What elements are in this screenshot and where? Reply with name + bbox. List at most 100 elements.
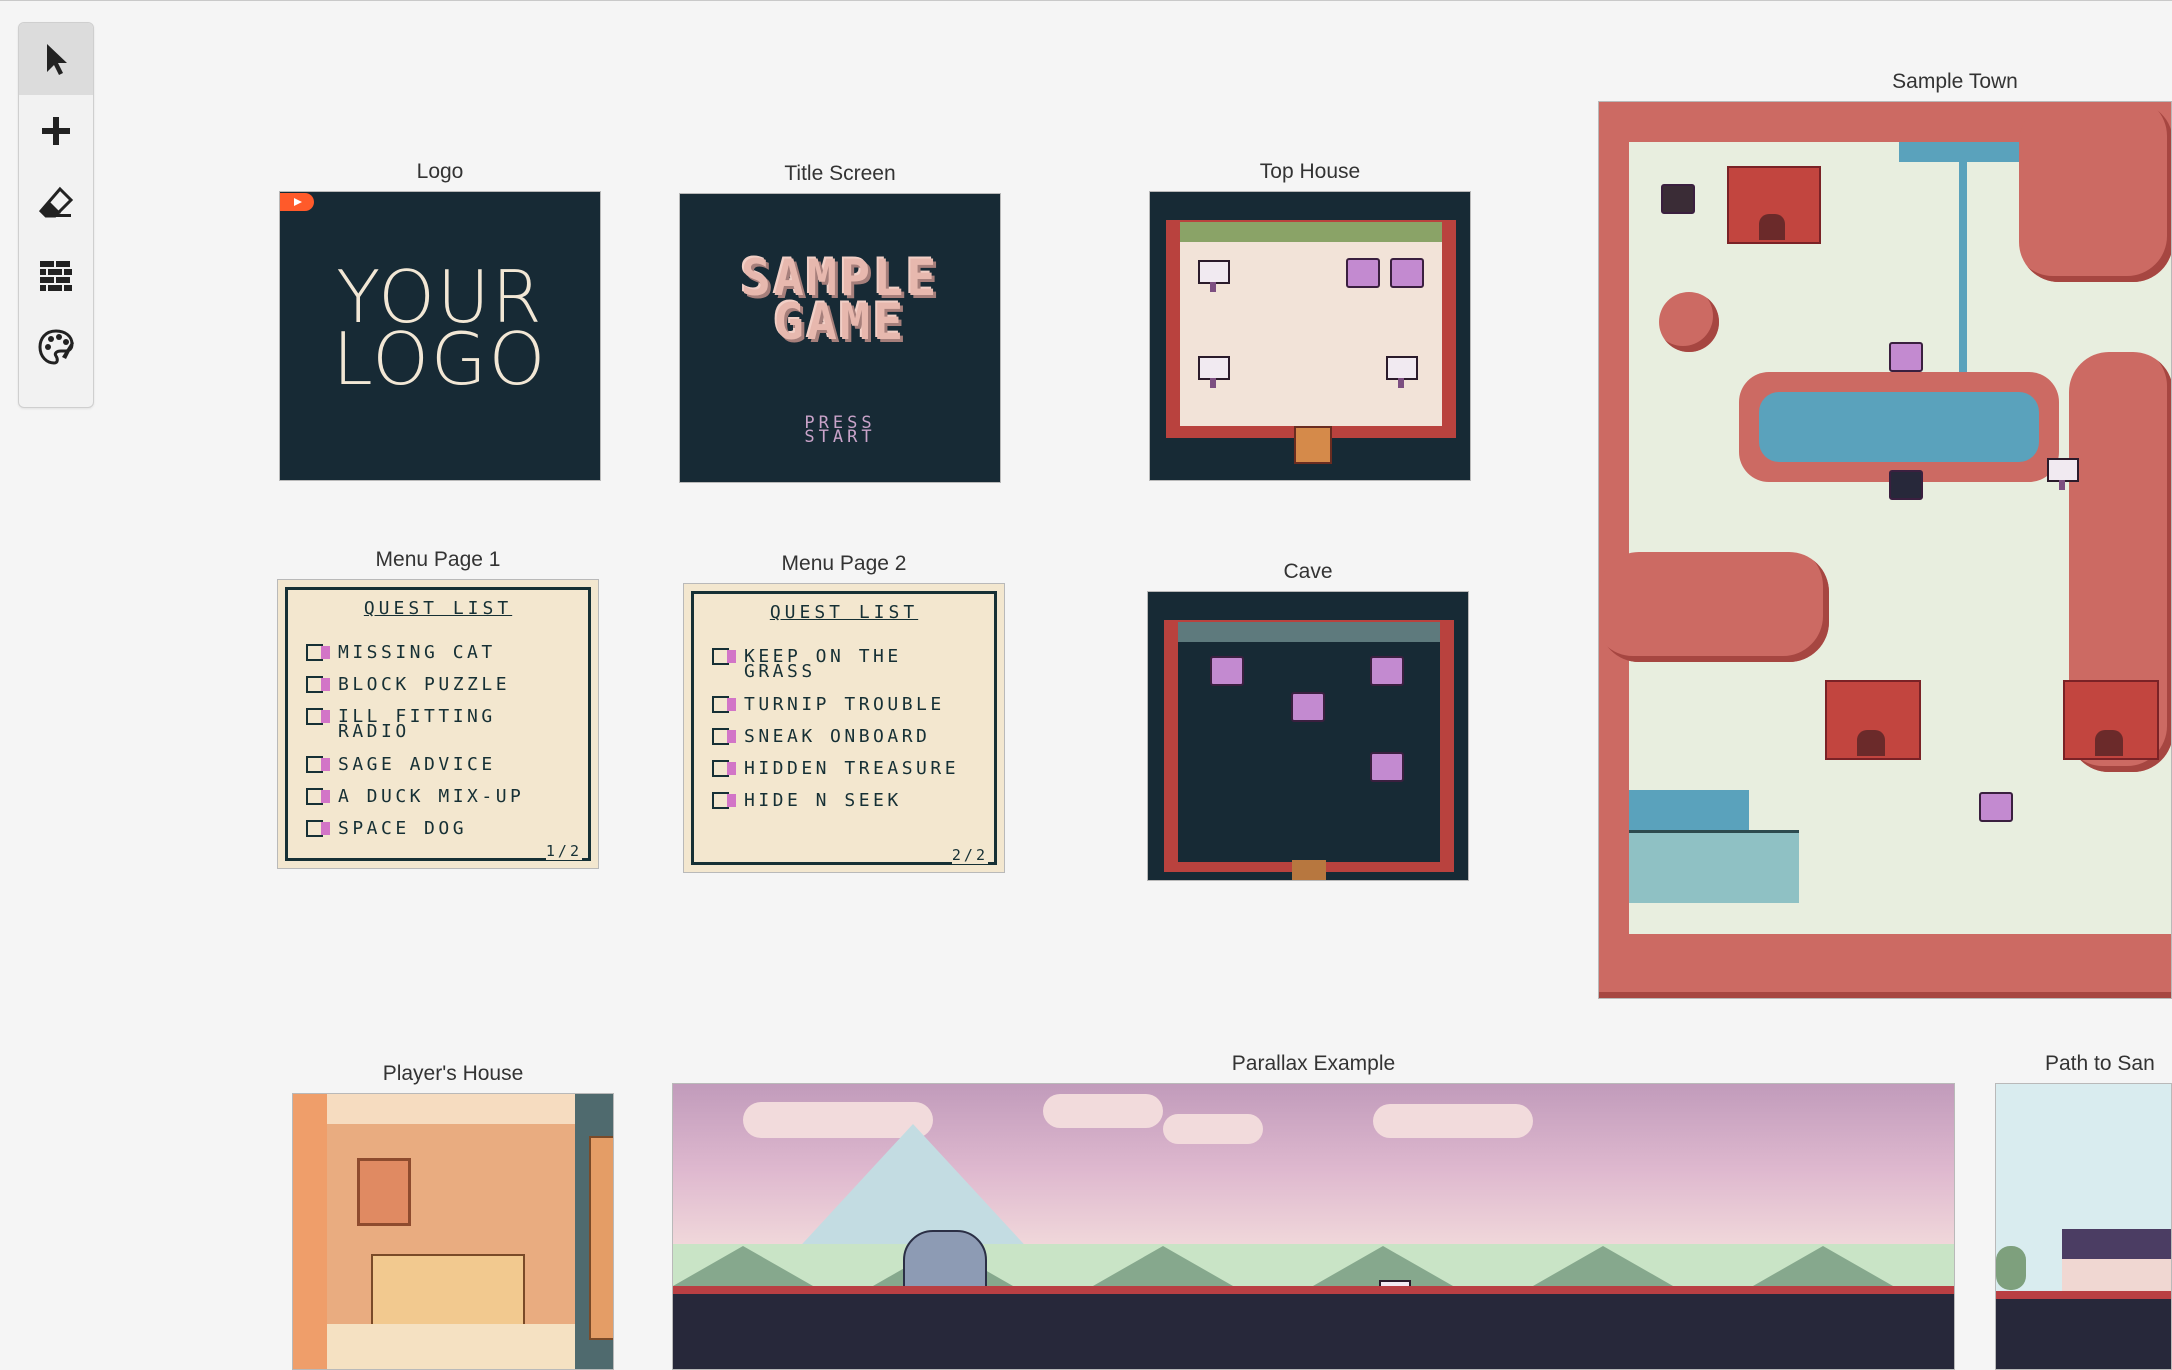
tool-palette: [18, 22, 94, 408]
tree-row-bottom: [1599, 934, 2171, 998]
checkbox-icon: [712, 696, 736, 713]
cloud: [1043, 1094, 1163, 1128]
checkbox-icon: [306, 820, 330, 837]
house-roof-trim: [1180, 222, 1442, 242]
page-number: 2/2: [951, 846, 988, 864]
scene-canvas[interactable]: [672, 1083, 1955, 1370]
ground-strip: [673, 1286, 1954, 1294]
logo-line-2: LOGO: [332, 317, 548, 401]
quest-item: SNEAK ONBOARD: [712, 728, 930, 746]
collisions-tool-button[interactable]: [19, 239, 93, 311]
sign-sprite: [1198, 356, 1230, 388]
sign-sprite: [1386, 356, 1418, 388]
scene-path[interactable]: Path to San: [1995, 1052, 2172, 1370]
scene-canvas[interactable]: SAMPLE GAME PRESS START: [679, 193, 1001, 483]
press-line-2: START: [804, 427, 876, 447]
top-divider: [0, 0, 2172, 1]
colors-tool-button[interactable]: [19, 311, 93, 383]
bricks-icon: [40, 261, 72, 291]
quest-item: HIDE N SEEK: [712, 792, 902, 810]
quest-item: ILL FITTING RADIO: [306, 708, 496, 741]
crystal-sprite: [1370, 752, 1404, 782]
scene-parallax[interactable]: Parallax Example: [672, 1052, 1955, 1370]
mountain: [793, 1124, 1033, 1254]
house-door: [1759, 214, 1785, 240]
sign-sprite: [2047, 458, 2079, 490]
menu-border: QUEST LIST MISSING CAT BLOCK PUZZLE ILL …: [285, 587, 591, 861]
cave-exit: [1292, 860, 1326, 880]
scene-top-house[interactable]: Top House: [1149, 160, 1471, 481]
menu-border: QUEST LIST KEEP ON THE GRASS TURNIP TROU…: [691, 591, 997, 865]
checkbox-icon: [306, 644, 330, 661]
scene-canvas[interactable]: [1598, 101, 2172, 999]
wall-picture: [357, 1158, 411, 1226]
underground: [673, 1294, 1954, 1369]
house-door: [589, 1136, 613, 1340]
underground: [1996, 1299, 2171, 1369]
scene-canvas[interactable]: [1995, 1083, 2172, 1370]
eraser-icon: [38, 186, 74, 218]
cat-sprite: [1661, 184, 1695, 214]
tree-col-left: [1599, 102, 1629, 998]
scene-title[interactable]: Path to San: [2045, 1052, 2172, 1076]
npc-sprite: [1346, 258, 1380, 288]
scene-title[interactable]: Cave: [947, 560, 1669, 584]
sign-sprite: [1198, 260, 1230, 292]
scene-canvas[interactable]: [1147, 591, 1469, 881]
press-start-text: PRESS START: [680, 415, 1000, 447]
plus-icon: [42, 117, 70, 145]
stream: [1959, 162, 1967, 392]
scene-canvas[interactable]: [1149, 191, 1471, 481]
add-tool-button[interactable]: [19, 95, 93, 167]
scene-title[interactable]: Parallax Example: [472, 1052, 2155, 1076]
cave-rock-ceiling: [1178, 622, 1440, 642]
scene-players-house[interactable]: Player's House: [292, 1062, 614, 1370]
ground-strip: [1996, 1291, 2171, 1299]
checkbox-icon: [712, 728, 736, 745]
npc-sprite: [1291, 692, 1325, 722]
dresser: [371, 1254, 525, 1328]
logo-badge-icon: [280, 193, 314, 211]
scene-cave[interactable]: Cave: [1147, 560, 1469, 881]
house-floor: [327, 1324, 575, 1369]
house-wall: [2062, 1259, 2171, 1291]
menu-heading: QUEST LIST: [363, 598, 513, 619]
logo-placeholder-text: YOUR LOGO: [280, 261, 600, 401]
game-title-line-2: GAME: [773, 293, 907, 351]
menu-heading: QUEST LIST: [769, 602, 919, 623]
select-tool-button[interactable]: [19, 23, 93, 95]
cloud: [1163, 1114, 1263, 1144]
scene-menu-page-2[interactable]: Menu Page 2 QUEST LIST KEEP ON THE GRASS…: [683, 552, 1005, 873]
checkbox-icon: [712, 760, 736, 777]
scene-title-screen[interactable]: Title Screen SAMPLE GAME PRESS START: [679, 162, 1001, 483]
scene-title[interactable]: Sample Town: [1538, 70, 2172, 94]
tree: [1996, 1246, 2026, 1290]
torch-sprite: [1370, 656, 1404, 686]
scene-sample-town[interactable]: Sample Town: [1598, 70, 2172, 999]
scene-canvas[interactable]: YOUR LOGO: [279, 191, 601, 481]
elephant-sprite: [903, 1230, 987, 1294]
scene-logo[interactable]: Logo YOUR LOGO: [279, 160, 601, 481]
palette-icon: [38, 329, 74, 365]
scene-canvas[interactable]: QUEST LIST KEEP ON THE GRASS TURNIP TROU…: [683, 583, 1005, 873]
scene-canvas[interactable]: QUEST LIST MISSING CAT BLOCK PUZZLE ILL …: [277, 579, 599, 869]
quest-item: BLOCK PUZZLE: [306, 676, 510, 694]
checkbox-icon: [712, 792, 736, 809]
quest-item: SAGE ADVICE: [306, 756, 496, 774]
cloud: [1373, 1104, 1533, 1138]
game-title-art: SAMPLE GAME: [680, 253, 1000, 351]
house-door: [2095, 730, 2123, 756]
tree-cluster: [2019, 102, 2171, 282]
radio-sprite: [1390, 258, 1424, 288]
house-left-wall: [293, 1094, 327, 1369]
npc-sprite: [1979, 792, 2013, 822]
npc-sprite: [1889, 470, 1923, 500]
tree: [1659, 292, 1719, 352]
scene-menu-page-1[interactable]: Menu Page 1 QUEST LIST MISSING CAT BLOCK…: [277, 548, 599, 869]
checkbox-icon: [306, 788, 330, 805]
scene-title[interactable]: Top House: [949, 160, 1671, 184]
quest-item: A DUCK MIX-UP: [306, 788, 524, 806]
house-door: [1857, 730, 1885, 756]
scene-canvas[interactable]: [292, 1093, 614, 1370]
checkbox-icon: [306, 676, 330, 693]
